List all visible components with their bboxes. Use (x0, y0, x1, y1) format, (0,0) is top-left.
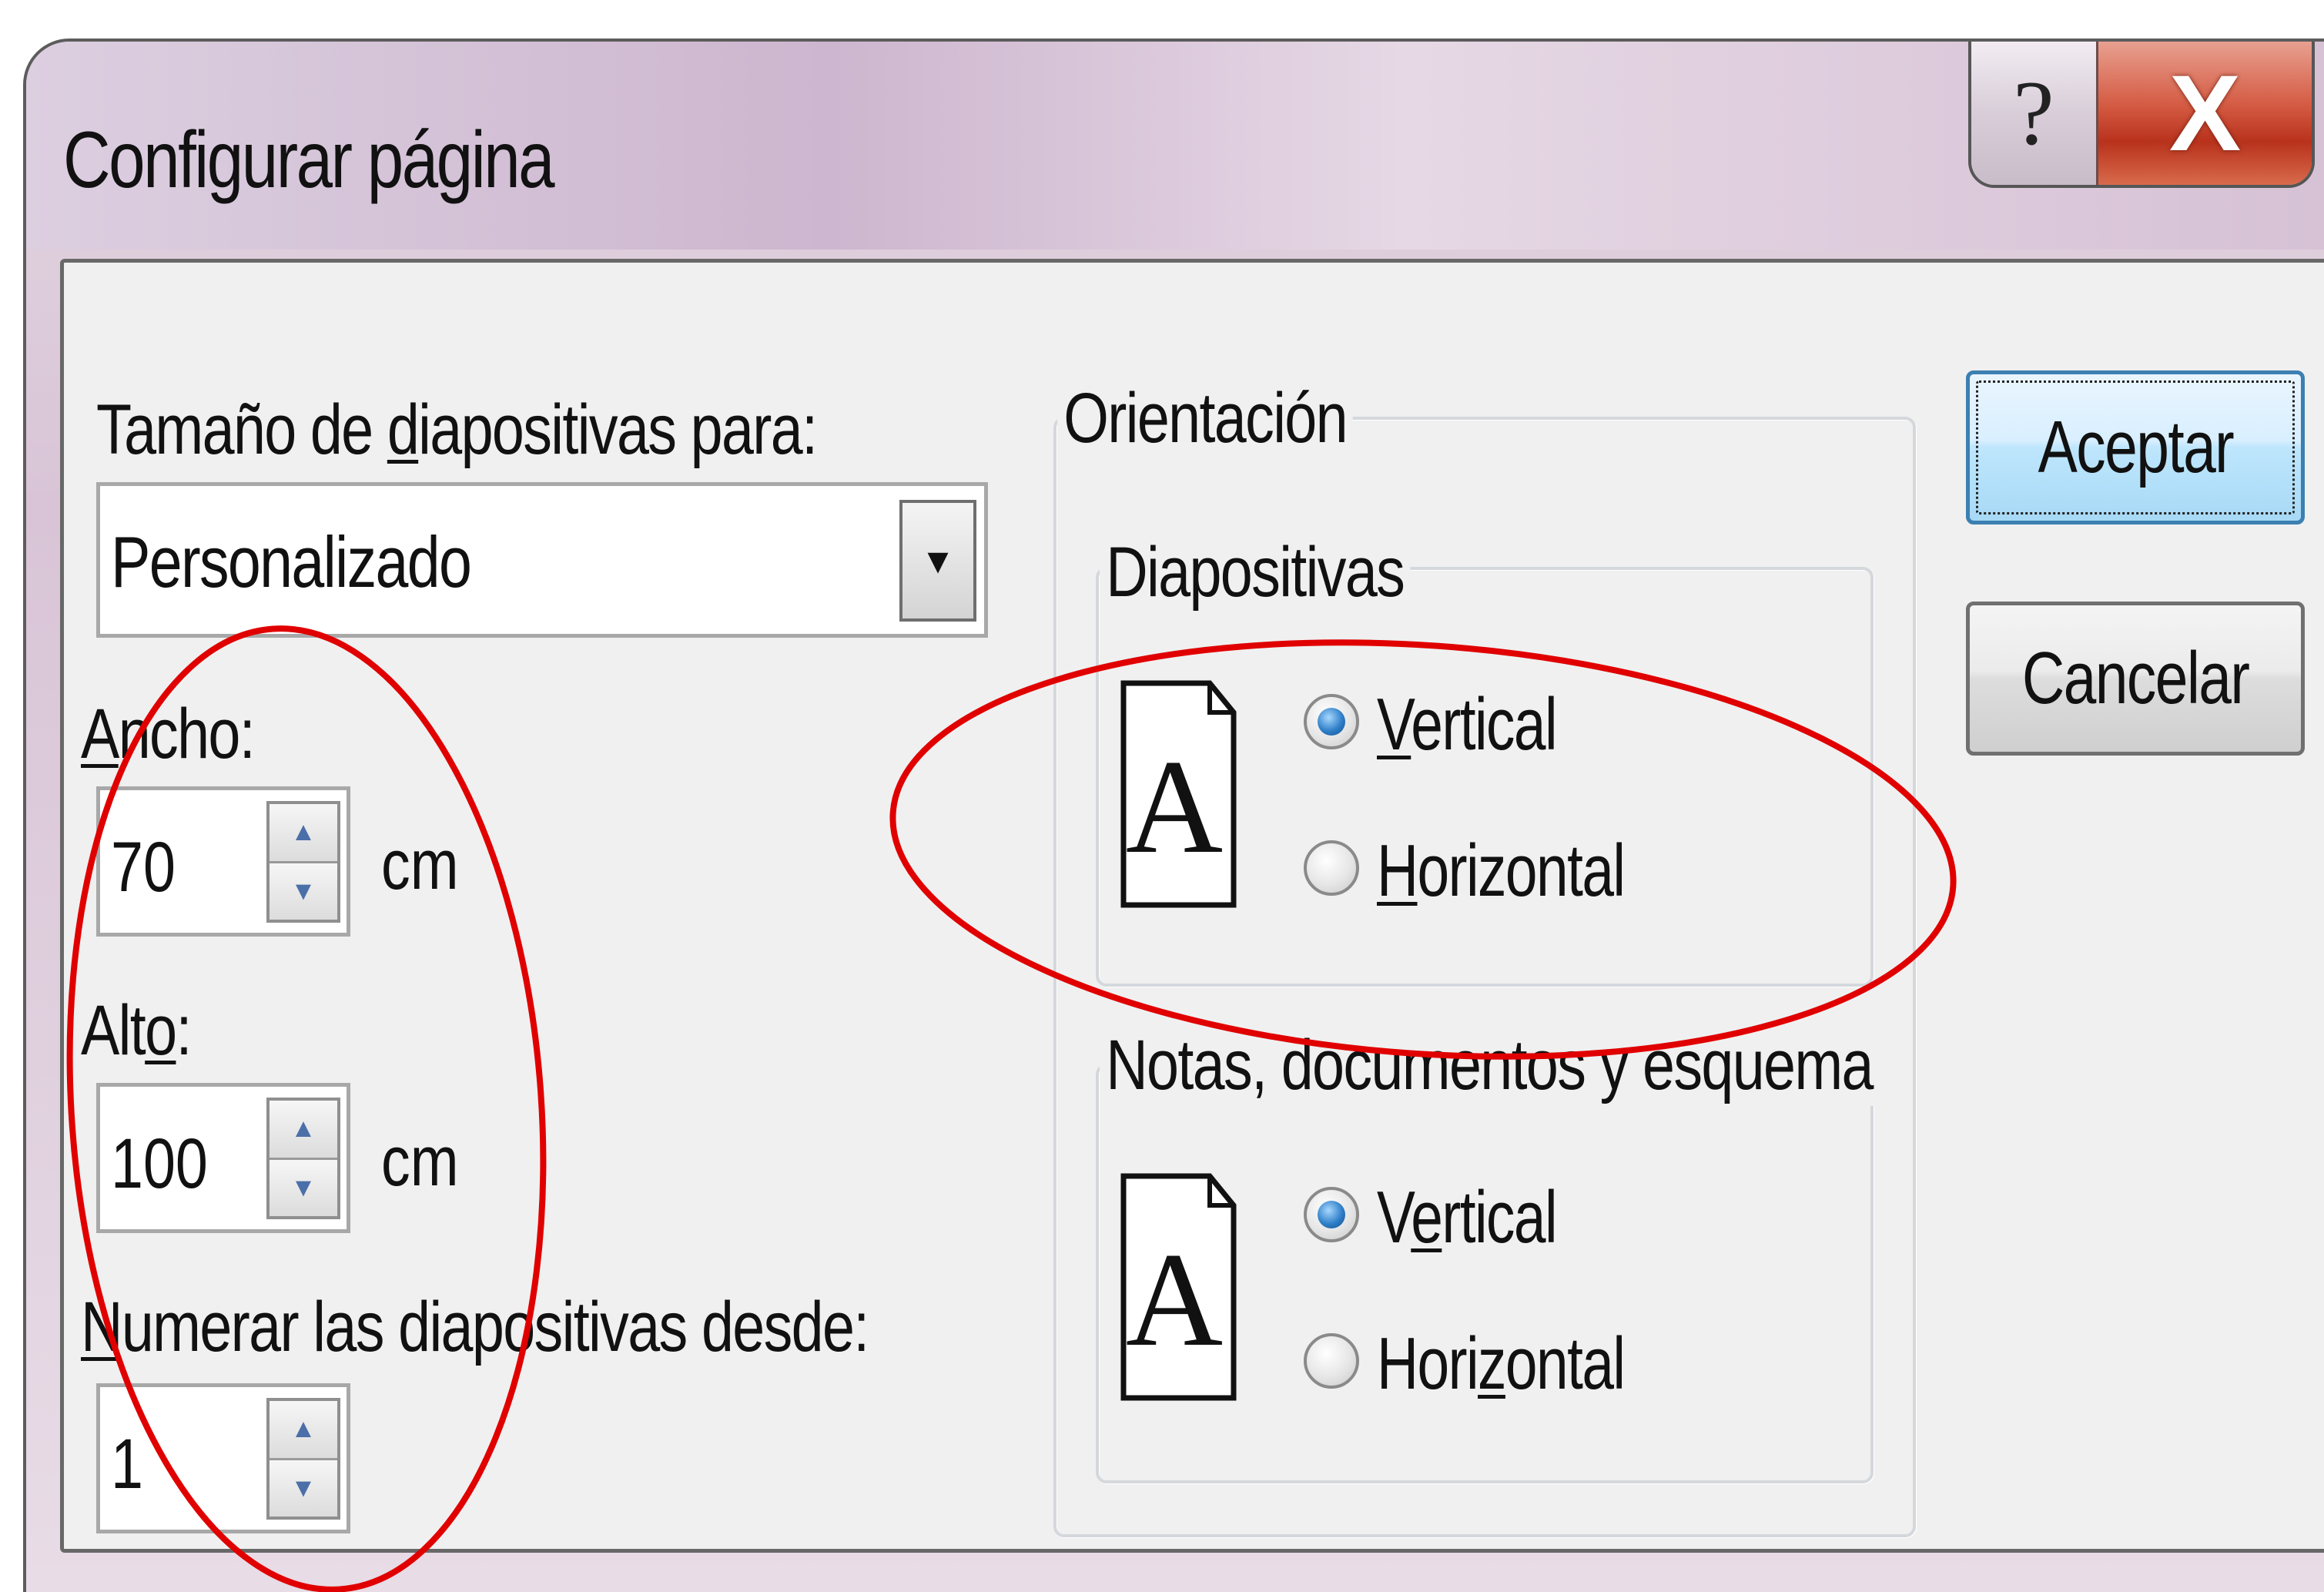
height-unit: cm (381, 1122, 459, 1201)
arrow-down-icon: ▼ (290, 1473, 316, 1503)
numbering-spin-buttons: ▲ ▼ (266, 1398, 340, 1520)
notes-vertical-label[interactable]: Vertical (1377, 1175, 1558, 1260)
numbering-stepper[interactable]: 1 ▲ ▼ (96, 1383, 350, 1533)
slides-group-title: Diapositivas (1100, 532, 1411, 613)
notes-horizontal-radio[interactable] (1304, 1333, 1359, 1389)
title-buttons: ? X (1968, 42, 2315, 188)
dropdown-arrow-button[interactable]: ▼ (899, 500, 976, 622)
portrait-page-icon: A (1120, 1173, 1237, 1401)
notes-group-title: Notas, documentos y esquema (1100, 1025, 1880, 1106)
height-decrement-button[interactable]: ▼ (270, 1159, 337, 1216)
width-decrement-button[interactable]: ▼ (270, 863, 337, 920)
arrow-up-icon: ▲ (290, 817, 316, 847)
height-label: Alto: (81, 991, 192, 1070)
slides-vertical-label[interactable]: Vertical (1377, 682, 1558, 767)
arrow-down-icon: ▼ (290, 1172, 316, 1202)
slide-size-label: Tamaño de diapositivas para: (96, 390, 818, 469)
height-increment-button[interactable]: ▲ (270, 1101, 337, 1160)
page-setup-dialog: Configurar página ? X Tamaño de diaposit… (23, 39, 2324, 1592)
height-input[interactable]: 100 (111, 1124, 208, 1205)
arrow-up-icon: ▲ (290, 1414, 316, 1444)
cancel-button[interactable]: Cancelar (1966, 602, 2305, 756)
help-icon: ? (2013, 62, 2054, 164)
portrait-page-icon: A (1120, 680, 1237, 908)
height-stepper[interactable]: 100 ▲ ▼ (96, 1083, 350, 1233)
arrow-up-icon: ▲ (290, 1114, 316, 1144)
help-button[interactable]: ? (1971, 42, 2098, 185)
width-stepper[interactable]: 70 ▲ ▼ (96, 786, 350, 937)
slides-horizontal-radio[interactable] (1304, 840, 1359, 896)
slide-size-value: Personalizado (111, 521, 472, 602)
width-spin-buttons: ▲ ▼ (266, 801, 340, 923)
numbering-input[interactable]: 1 (111, 1424, 143, 1505)
dialog-body: Tamaño de diapositivas para: Personaliza… (60, 259, 2324, 1553)
svg-text:A: A (1126, 1225, 1223, 1374)
numbering-decrement-button[interactable]: ▼ (270, 1460, 337, 1517)
width-label: Ancho: (81, 695, 256, 773)
dialog-title: Configurar página (63, 116, 555, 205)
arrow-down-icon: ▼ (290, 876, 316, 906)
orientation-title: Orientación (1057, 378, 1354, 459)
slides-vertical-radio[interactable] (1304, 694, 1359, 749)
numbering-label: Numerar las diapositivas desde: (81, 1288, 869, 1366)
notes-horizontal-label[interactable]: Horizontal (1377, 1322, 1626, 1406)
ok-button[interactable]: Aceptar (1966, 370, 2305, 525)
slides-horizontal-label[interactable]: Horizontal (1377, 829, 1626, 913)
close-icon: X (2168, 52, 2242, 173)
numbering-increment-button[interactable]: ▲ (270, 1401, 337, 1460)
width-unit: cm (381, 826, 459, 904)
width-input[interactable]: 70 (111, 827, 176, 908)
width-increment-button[interactable]: ▲ (270, 804, 337, 863)
slide-size-dropdown[interactable]: Personalizado ▼ (96, 482, 988, 638)
close-button[interactable]: X (2098, 42, 2312, 185)
height-spin-buttons: ▲ ▼ (266, 1098, 340, 1219)
svg-text:A: A (1126, 732, 1223, 881)
notes-vertical-radio[interactable] (1304, 1187, 1359, 1242)
chevron-down-icon: ▼ (920, 541, 956, 581)
title-bar[interactable]: Configurar página ? X (26, 42, 2324, 250)
